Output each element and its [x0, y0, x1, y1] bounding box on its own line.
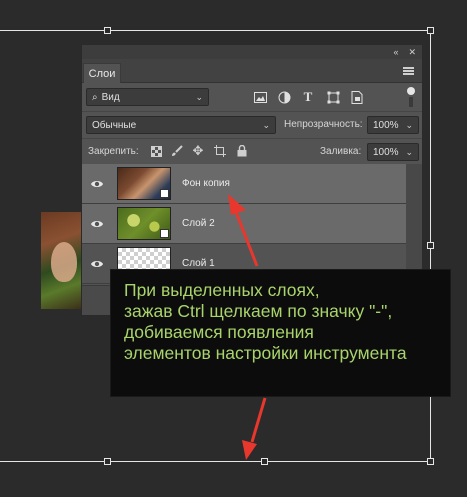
panel-menu-icon[interactable] [403, 67, 414, 75]
panel-topbar: « ✕ [82, 45, 422, 59]
adjustment-filter-icon[interactable] [276, 89, 292, 105]
transform-frame-bottom [0, 461, 431, 462]
transform-handle-bottom-middle[interactable] [104, 458, 111, 465]
filter-kind-select[interactable]: ⌕ Вид ⌄ [86, 88, 209, 106]
type-filter-icon[interactable]: T [300, 89, 316, 105]
layer-row[interactable]: Фон копия [82, 164, 406, 204]
note-line: добиваемся появления [124, 322, 314, 342]
opacity-value: 100% [373, 119, 399, 131]
chevron-down-icon: ⌄ [405, 147, 413, 157]
transform-handle-top-right[interactable] [427, 27, 434, 34]
layer-thumbnail [117, 167, 171, 200]
annotation-note: При выделенных слоях, зажав Ctrl щелкаем… [110, 269, 451, 397]
lock-row: Закрепить: ✥ Заливка: 100% ⌄ [82, 139, 422, 166]
eye-visibility-icon[interactable] [90, 257, 104, 271]
canvas-photo-face [51, 242, 77, 282]
filter-row: ⌕ Вид ⌄ T [82, 83, 422, 112]
lock-brush-icon[interactable] [170, 144, 184, 158]
smart-object-badge-icon [160, 229, 169, 238]
lock-artboard-icon[interactable] [213, 144, 227, 158]
note-line: зажав Ctrl щелкаем по значку "-", [124, 301, 393, 321]
filter-toggle[interactable] [407, 87, 415, 107]
tab-layers[interactable]: Слои [83, 63, 121, 83]
lock-all-icon[interactable] [235, 144, 249, 158]
note-line: При выделенных слоях, [124, 280, 320, 300]
note-line: элементов настройки инструмента [124, 343, 407, 363]
fill-input[interactable]: 100% ⌄ [367, 143, 419, 161]
transform-handle-bottom-right[interactable] [427, 458, 434, 465]
smart-object-filter-icon[interactable] [349, 89, 365, 105]
image-filter-icon[interactable] [252, 89, 268, 105]
chevron-down-icon: ⌄ [262, 120, 270, 130]
lock-label: Закрепить: [88, 146, 139, 157]
close-icon[interactable]: ✕ [408, 47, 416, 58]
transform-handle-bottom-center[interactable] [261, 458, 268, 465]
opacity-input[interactable]: 100% ⌄ [367, 116, 419, 134]
eye-visibility-icon[interactable] [90, 217, 104, 231]
transform-handle-right-middle[interactable] [427, 242, 434, 249]
blend-row: Обычные ⌄ Непрозрачность: 100% ⌄ [82, 112, 422, 139]
lock-move-icon[interactable]: ✥ [191, 143, 205, 158]
shape-filter-icon[interactable] [325, 89, 341, 105]
layer-row[interactable]: Слой 2 [82, 204, 406, 244]
eye-visibility-icon[interactable] [90, 177, 104, 191]
layer-name[interactable]: Фон копия [182, 178, 230, 189]
transform-frame-top [0, 30, 431, 31]
opacity-label: Непрозрачность: [284, 119, 363, 130]
fill-value: 100% [373, 146, 399, 158]
filter-kind-value: Вид [101, 91, 120, 103]
collapse-icon[interactable]: « [393, 47, 398, 57]
smart-object-badge-icon [160, 189, 169, 198]
canvas-photo [41, 212, 86, 309]
layer-name[interactable]: Слой 2 [182, 218, 215, 229]
layer-name[interactable]: Слой 1 [182, 258, 215, 269]
lock-transparency-icon[interactable] [149, 144, 163, 158]
blend-mode-select[interactable]: Обычные ⌄ [86, 116, 276, 134]
transform-handle-top-middle[interactable] [104, 27, 111, 34]
search-icon: ⌕ [92, 91, 98, 103]
layer-thumbnail [117, 207, 171, 240]
chevron-down-icon: ⌄ [195, 92, 203, 102]
chevron-down-icon: ⌄ [405, 120, 413, 130]
arrow-to-frame-handle [242, 397, 267, 460]
fill-label: Заливка: [320, 146, 362, 157]
blend-mode-value: Обычные [92, 119, 137, 131]
panel-tab-row: Слои [82, 59, 422, 83]
